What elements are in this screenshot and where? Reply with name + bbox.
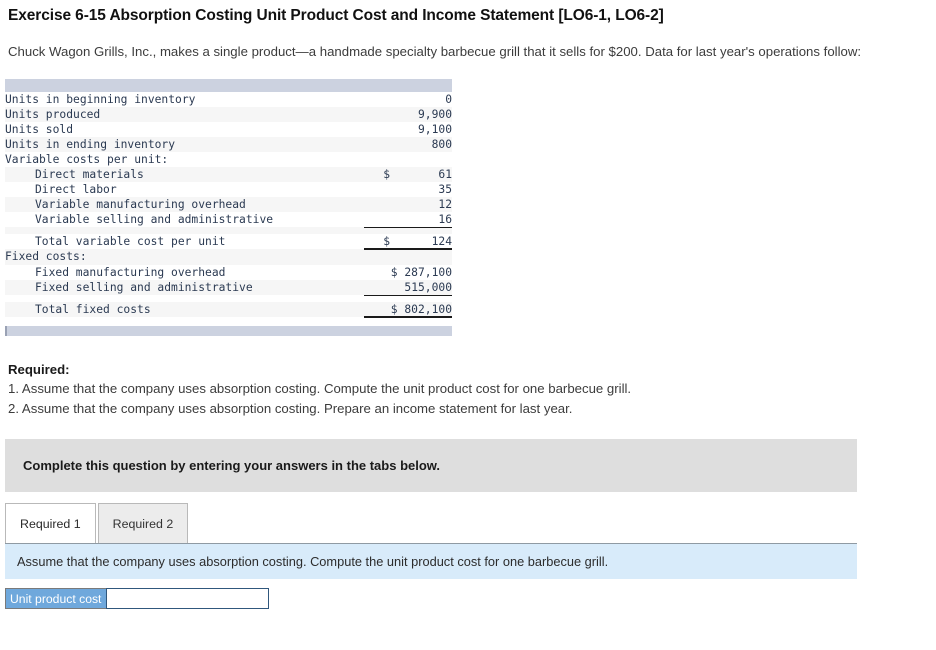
table-row: Variable costs per unit: <box>5 151 452 167</box>
answer-row: Unit product cost <box>5 588 270 610</box>
table-row-value: 515,000 <box>390 279 452 296</box>
complete-question-banner-text: Complete this question by entering your … <box>23 458 441 474</box>
table-row: Fixed manufacturing overhead $ 287,100 <box>5 264 452 280</box>
table-row-value: 16 <box>390 211 452 228</box>
table-row-label: Variable selling and administrative <box>35 212 274 226</box>
table-row: Variable manufacturing overhead 12 <box>5 196 452 212</box>
required-section: Required: 1. Assume that the company use… <box>0 336 936 419</box>
table-row: Units sold 9,100 <box>5 121 452 137</box>
data-table-header-bar <box>5 78 452 92</box>
table-row-currency: $ <box>383 167 390 181</box>
table-row-label: Total variable cost per unit <box>35 234 226 248</box>
table-row-label: Direct materials <box>35 167 144 181</box>
table-row-value: 800 <box>431 137 452 151</box>
table-row: Fixed selling and administrative 515,000 <box>5 279 452 296</box>
tab-panel-instruction-text: Assume that the company uses absorption … <box>17 554 609 570</box>
table-row: Direct labor 35 <box>5 181 452 197</box>
table-row-currency <box>364 182 390 197</box>
unit-product-cost-input[interactable] <box>106 588 270 610</box>
tab-bar: Required 1 Required 2 <box>5 502 936 544</box>
table-row-value: 35 <box>438 182 452 196</box>
table-row: Total fixed costs $ 802,100 <box>5 301 452 318</box>
table-row-value: 61 <box>438 167 452 181</box>
table-row: Direct materials $61 <box>5 166 452 182</box>
table-row-label: Direct labor <box>35 182 117 196</box>
table-row-value: 12 <box>438 197 452 211</box>
table-row-label: Total fixed costs <box>35 302 151 316</box>
table-row-label: Fixed selling and administrative <box>35 280 253 294</box>
exercise-title: Exercise 6-15 Absorption Costing Unit Pr… <box>8 7 664 24</box>
table-row-label: Units in beginning inventory <box>5 92 196 106</box>
table-row-currency: $ <box>364 233 390 250</box>
table-row-label: Units in ending inventory <box>5 137 176 151</box>
table-row-value: 9,100 <box>417 122 452 136</box>
table-row-value: 0 <box>445 92 452 106</box>
table-row: Units in ending inventory 800 <box>5 136 452 152</box>
table-row-label: Variable manufacturing overhead <box>35 197 246 211</box>
complete-question-banner: Complete this question by entering your … <box>5 439 857 493</box>
table-row-value: $ 802,100 <box>390 301 452 318</box>
table-row-currency <box>364 279 390 296</box>
tab-panel-instruction-strip: Assume that the company uses absorption … <box>5 543 857 580</box>
table-row-currency <box>364 152 390 167</box>
tab-required-2-label: Required 2 <box>112 516 174 531</box>
table-row-currency <box>364 265 390 280</box>
required-item-2: 2. Assume that the company uses absorpti… <box>8 400 573 416</box>
required-item-1: 1. Assume that the company uses absorpti… <box>8 381 632 397</box>
table-row-currency <box>364 92 390 107</box>
table-row-label: Fixed costs: <box>5 250 87 264</box>
table-row-currency <box>364 249 390 265</box>
table-row: Units produced 9,900 <box>5 106 452 122</box>
tab-required-1-label: Required 1 <box>20 516 81 531</box>
table-row-value <box>390 249 452 265</box>
required-heading: Required: <box>8 361 70 377</box>
table-row-currency <box>364 107 390 122</box>
table-row: Fixed costs: <box>5 249 452 265</box>
table-row-currency <box>364 137 390 152</box>
table-row: Variable selling and administrative 16 <box>5 211 452 228</box>
table-row: Units in beginning inventory 0 <box>5 91 452 107</box>
table-row-label: Variable costs per unit: <box>5 152 169 166</box>
table-row-value <box>390 152 452 167</box>
table-row-currency <box>364 301 390 318</box>
table-row-value: 124 <box>390 233 452 250</box>
table-row: Total variable cost per unit $124 <box>5 233 452 250</box>
data-table-block: Units in beginning inventory 0 Units produ… <box>5 78 452 336</box>
table-row-currency <box>364 211 390 228</box>
table-row-value: 9,900 <box>417 107 452 121</box>
table-row-currency <box>364 122 390 137</box>
table-row-value: $ 287,100 <box>390 265 452 279</box>
data-table-horizontal-scrollbar[interactable] <box>5 325 452 336</box>
table-row-label: Units produced <box>5 107 101 121</box>
table-row-label: Fixed manufacturing overhead <box>35 265 226 279</box>
tab-required-1[interactable]: Required 1 <box>5 503 96 544</box>
table-row-currency <box>364 197 390 212</box>
unit-product-cost-label: Unit product cost <box>5 588 107 610</box>
table-row-label: Units sold <box>5 122 74 136</box>
operations-data-table: Units in beginning inventory 0 Units produ… <box>5 91 452 318</box>
data-table-body: Units in beginning inventory 0 Units produ… <box>5 91 452 318</box>
exercise-intro: Chuck Wagon Grills, Inc., makes a single… <box>8 44 862 59</box>
tab-required-2[interactable]: Required 2 <box>97 503 189 544</box>
